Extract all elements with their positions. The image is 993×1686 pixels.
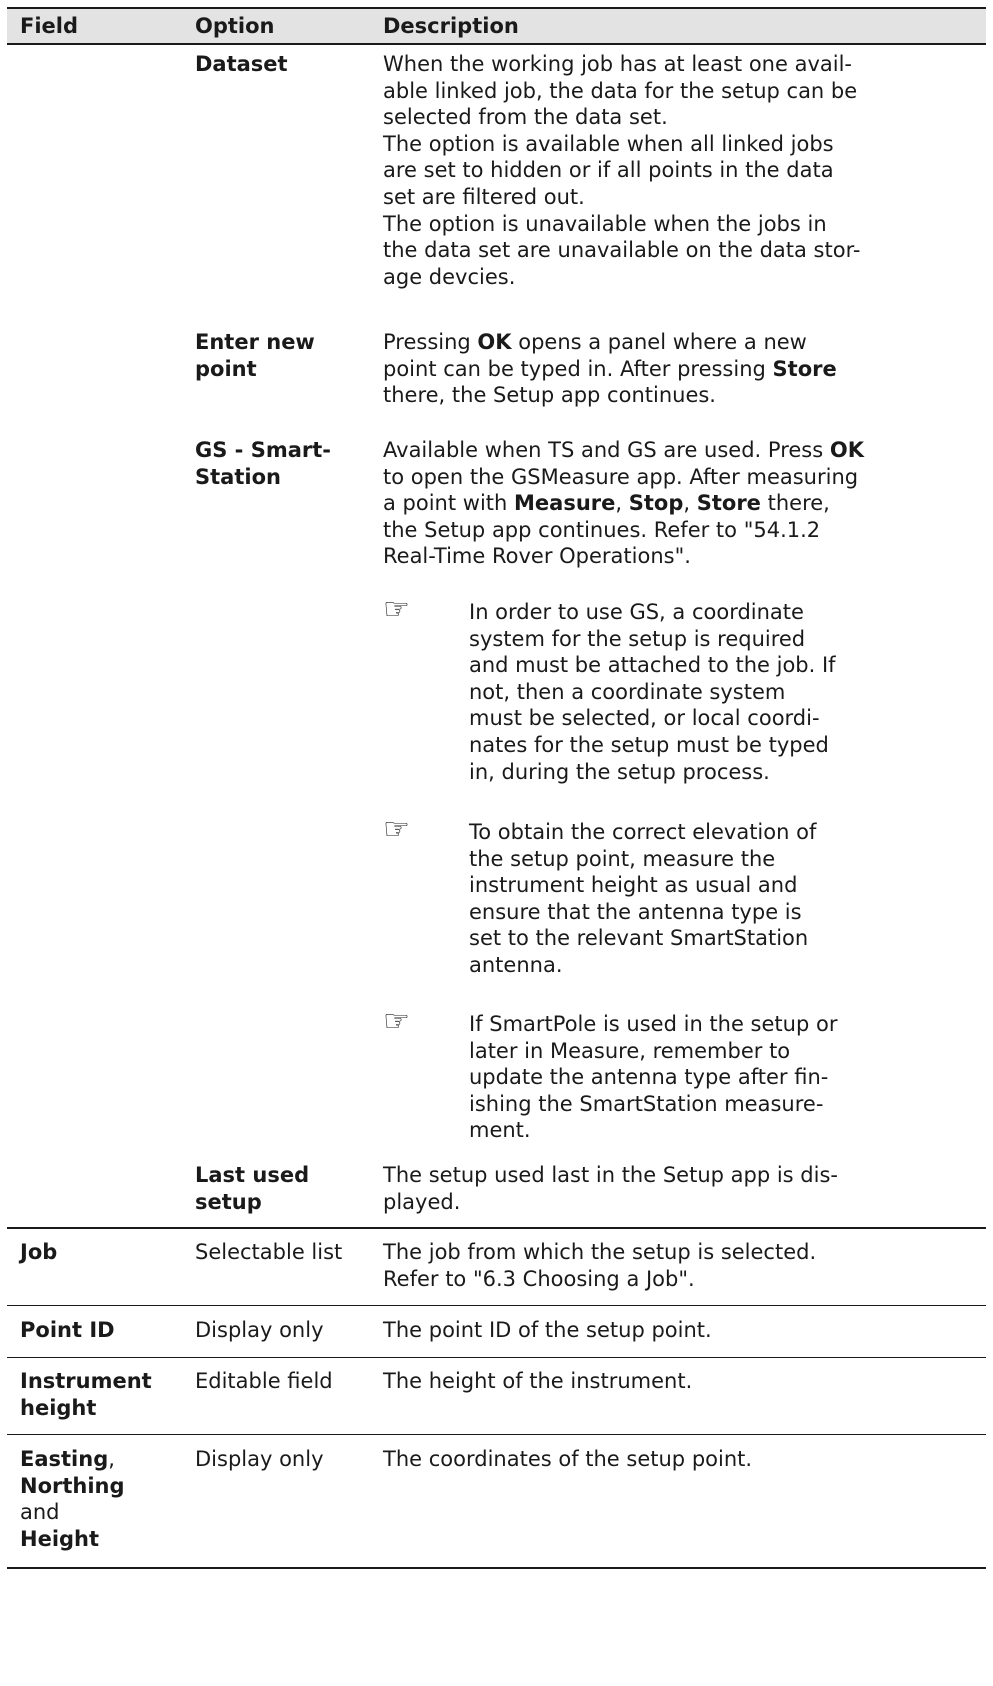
field-point-id: Point ID — [20, 1318, 115, 1342]
ok-key-label: OK — [477, 330, 512, 354]
northing-label: Northing — [20, 1473, 125, 1498]
table-header: Field Option Description — [7, 7, 986, 45]
desc-line: The option is unavailable when the jobs … — [383, 211, 827, 236]
option-line: Station — [195, 464, 281, 489]
option-line: setup — [195, 1189, 262, 1214]
note-elevation: To obtain the correct elevation of the s… — [469, 820, 817, 977]
last-used-setup-description: The setup used last in the Setup app is … — [383, 1163, 838, 1214]
option-line: Enter new — [195, 330, 315, 354]
measure-key-label: Measure — [514, 491, 616, 516]
header-option: Option — [195, 14, 275, 38]
point-id-description: The point ID of the setup point. — [383, 1318, 712, 1342]
table-bottom-rule — [7, 1567, 986, 1569]
desc-line: able linked job, the data for the setup … — [383, 78, 858, 103]
ok-key-label: OK — [829, 438, 864, 462]
coordinates-option: Display only — [195, 1447, 324, 1471]
option-gs-smartstation: GS - Smart- Station — [195, 437, 331, 490]
pointing-hand-icon: ☞ — [383, 812, 410, 847]
row-divider — [7, 1305, 986, 1306]
note-smartpole: If SmartPole is used in the setup or lat… — [469, 1012, 838, 1143]
header-description: Description — [383, 14, 519, 38]
stop-key-label: Stop — [628, 491, 684, 516]
easting-label: Easting — [20, 1447, 109, 1471]
row-divider — [7, 1434, 986, 1435]
option-line: Last used — [195, 1163, 310, 1187]
desc-line: age devcies. — [383, 264, 516, 289]
pointing-hand-icon: ☞ — [383, 1004, 410, 1039]
dataset-description: When the working job has at least one av… — [383, 51, 983, 290]
desc-line: the data set are unavailable on the data… — [383, 238, 861, 263]
gs-smartstation-description: Available when TS and GS are used. Press… — [383, 438, 864, 569]
desc-line: set are filtered out. — [383, 184, 585, 209]
field-coordinates: Easting, Northing and Height — [20, 1447, 125, 1551]
job-option: Selectable list — [195, 1240, 343, 1264]
row-divider — [7, 1227, 986, 1229]
store-key-label: Store — [772, 356, 837, 381]
option-last-used-setup: Last used setup — [195, 1162, 309, 1215]
option-enter-new-point: Enter new point — [195, 329, 315, 382]
instrument-height-description: The height of the instrument. — [383, 1369, 693, 1393]
desc-line: The option is available when all linked … — [383, 131, 834, 156]
desc-line: selected from the data set. — [383, 105, 668, 130]
desc-line: are set to hidden or if all points in th… — [383, 158, 834, 183]
coordinates-description: The coordinates of the setup point. — [383, 1447, 753, 1471]
option-line: GS - Smart- — [195, 438, 331, 462]
point-id-option: Display only — [195, 1318, 324, 1342]
field-instrument-height: Instrument height — [20, 1369, 152, 1420]
row-divider — [7, 1357, 986, 1358]
enter-new-point-description: Pressing OK opens a panel where a new po… — [383, 330, 837, 408]
store-key-label: Store — [696, 491, 761, 516]
option-line: point — [195, 356, 257, 381]
option-dataset: Dataset — [195, 52, 288, 76]
note-coordinate-system: In order to use GS, a coordinate system … — [469, 600, 836, 784]
height-label: Height — [20, 1526, 100, 1551]
instrument-height-option: Editable field — [195, 1369, 333, 1393]
header-field: Field — [20, 14, 79, 38]
job-description: The job from which the setup is selected… — [383, 1240, 817, 1291]
pointing-hand-icon: ☞ — [383, 592, 410, 627]
field-job: Job — [20, 1240, 58, 1264]
desc-line: When the working job has at least one av… — [383, 52, 852, 76]
